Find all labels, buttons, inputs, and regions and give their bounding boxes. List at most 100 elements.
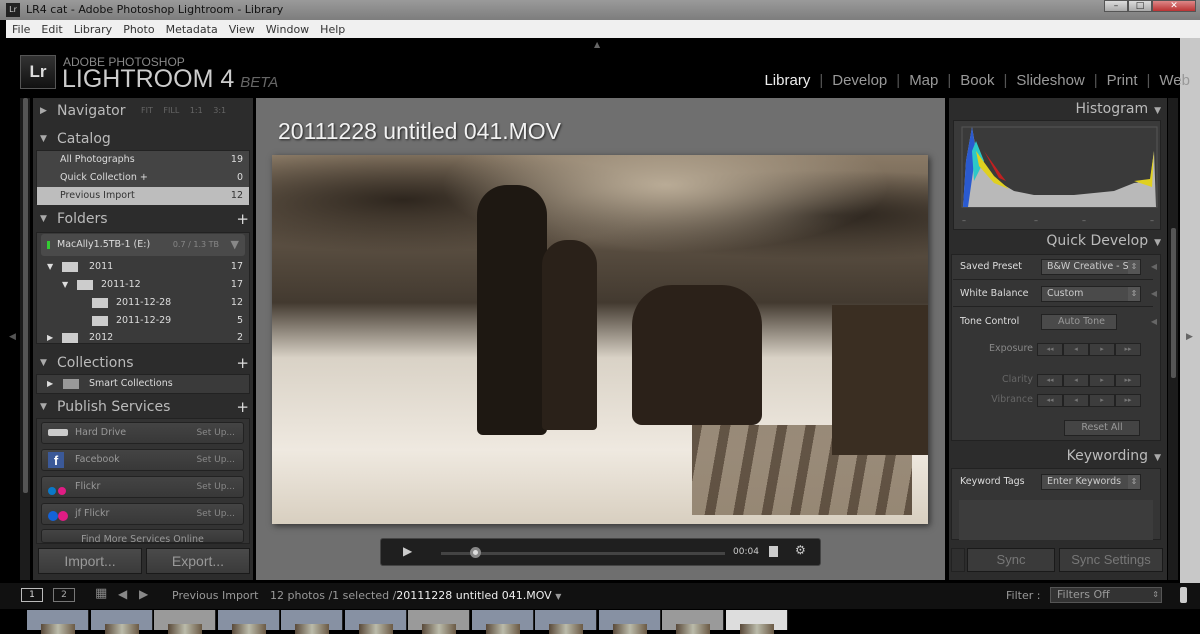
clarity-stepper[interactable]: ◂◂ ◂ ▸ ▸▸ <box>1037 374 1141 387</box>
back-arrow-icon[interactable]: ◀ <box>118 587 127 601</box>
menu-library[interactable]: Library <box>74 23 112 38</box>
expand-right-panel-icon[interactable]: ▶ <box>1186 332 1193 342</box>
menu-help[interactable]: Help <box>320 23 345 38</box>
module-print[interactable]: Print <box>1107 72 1138 89</box>
reset-all-button[interactable]: Reset All <box>1064 420 1140 436</box>
module-slideshow[interactable]: Slideshow <box>1016 72 1084 89</box>
filmstrip-thumbnail[interactable] <box>725 610 788 634</box>
left-scrollbar[interactable] <box>20 98 30 580</box>
filmstrip-thumbnail[interactable] <box>154 610 216 634</box>
right-scrollbar[interactable] <box>1168 98 1178 580</box>
filmstrip-thumbnail[interactable] <box>408 610 470 634</box>
publish-services-header[interactable]: ▼ Publish Services + <box>33 396 253 418</box>
setup-link[interactable]: Set Up... <box>196 504 235 524</box>
filmstrip-thumbnail[interactable] <box>90 610 153 634</box>
hard-drive-icon <box>48 429 68 436</box>
module-map[interactable]: Map <box>909 72 938 89</box>
auto-sync-toggle[interactable] <box>951 548 965 572</box>
primary-window-button[interactable]: 1 <box>21 588 43 602</box>
gear-icon[interactable]: ⚙ <box>795 543 806 557</box>
publish-facebook[interactable]: f Facebook Set Up... <box>41 449 244 471</box>
module-web[interactable]: Web <box>1159 72 1190 89</box>
filter-select[interactable]: Filters Off ⇕ <box>1050 587 1162 603</box>
import-button[interactable]: Import... <box>38 548 142 574</box>
keywording-header[interactable]: Keywording ▼ <box>1067 448 1161 464</box>
minimize-button[interactable]: – <box>1104 0 1128 12</box>
zoom-fit[interactable]: FIT <box>141 106 153 115</box>
filmstrip-summary[interactable]: 12 photos /1 selected /20111228 untitled… <box>270 589 561 602</box>
folders-header[interactable]: ▼ Folders + <box>33 208 253 230</box>
scrubber-handle[interactable] <box>470 547 482 558</box>
folder-2011[interactable]: ▼ 2011 17 <box>37 258 249 276</box>
folder-2011-12-29[interactable]: 2011-12-29 5 <box>37 312 249 330</box>
folder-2012[interactable]: ▶ 2012 2 <box>37 329 249 347</box>
module-book[interactable]: Book <box>960 72 994 89</box>
close-button[interactable]: ✕ <box>1152 0 1196 12</box>
folder-2011-12[interactable]: ▼ 2011-12 17 <box>37 276 249 294</box>
quick-develop-header[interactable]: Quick Develop ▼ <box>1046 233 1161 249</box>
expand-left-panel-icon[interactable]: ◀ <box>9 332 16 342</box>
filmstrip-thumbnail[interactable] <box>281 610 343 634</box>
maximize-button[interactable]: □ <box>1128 0 1152 12</box>
collapse-top-panel-icon[interactable]: ▲ <box>594 40 600 49</box>
frame-icon[interactable] <box>769 546 778 557</box>
histogram-header[interactable]: Histogram ▼ <box>1075 101 1161 117</box>
collections-header[interactable]: ▼ Collections + <box>33 352 253 374</box>
menu-view[interactable]: View <box>229 23 255 38</box>
menu-photo[interactable]: Photo <box>123 23 154 38</box>
saved-preset-select[interactable]: B&W Creative - S... ⇕ <box>1041 259 1141 275</box>
play-button[interactable]: ▶ <box>403 544 412 558</box>
auto-tone-button[interactable]: Auto Tone <box>1041 314 1117 330</box>
setup-link[interactable]: Set Up... <box>196 423 235 443</box>
exposure-stepper[interactable]: ◂◂ ◂ ▸ ▸▸ <box>1037 343 1141 356</box>
filmstrip-thumbnail[interactable] <box>598 610 661 634</box>
video-frame[interactable] <box>272 155 928 524</box>
setup-link[interactable]: Set Up... <box>196 450 235 470</box>
filmstrip-source[interactable]: Previous Import <box>172 589 259 602</box>
secondary-window-button[interactable]: 2 <box>53 588 75 602</box>
filmstrip-thumbnail[interactable] <box>27 610 89 634</box>
vibrance-stepper[interactable]: ◂◂ ◂ ▸ ▸▸ <box>1037 394 1141 407</box>
white-balance-select[interactable]: Custom ⇕ <box>1041 286 1141 302</box>
setup-link[interactable]: Set Up... <box>196 477 235 497</box>
filmstrip-thumbnail[interactable] <box>344 610 407 634</box>
zoom-3-1[interactable]: 3:1 <box>213 106 226 115</box>
filmstrip-thumbnail[interactable] <box>535 610 597 634</box>
zoom-1-1[interactable]: 1:1 <box>190 106 203 115</box>
add-publish-service-icon[interactable]: + <box>236 396 249 418</box>
export-button[interactable]: Export... <box>146 548 250 574</box>
sync-button[interactable]: Sync <box>967 548 1055 572</box>
smart-collections[interactable]: ▶ Smart Collections <box>37 375 249 393</box>
publish-hard-drive[interactable]: Hard Drive Set Up... <box>41 422 244 444</box>
menu-file[interactable]: File <box>12 23 30 38</box>
find-more-services-button[interactable]: Find More Services Online <box>41 529 244 543</box>
zoom-fill[interactable]: FILL <box>163 106 179 115</box>
menu-metadata[interactable]: Metadata <box>166 23 218 38</box>
add-collection-icon[interactable]: + <box>236 352 249 374</box>
filmstrip-thumbnail[interactable] <box>217 610 280 634</box>
add-folder-icon[interactable]: + <box>236 208 249 230</box>
grid-view-icon[interactable]: ▦ <box>95 586 107 601</box>
keywords-textarea[interactable] <box>959 500 1153 540</box>
sync-settings-button[interactable]: Sync Settings <box>1059 548 1163 572</box>
filter-lock-icon[interactable] <box>1180 587 1187 603</box>
filmstrip-thumbnail[interactable] <box>471 610 534 634</box>
catalog-all-photographs[interactable]: All Photographs 19 <box>37 151 249 169</box>
module-library[interactable]: Library <box>764 72 810 89</box>
filmstrip-thumbnail[interactable] <box>662 610 724 634</box>
catalog-previous-import[interactable]: Previous Import 12 <box>37 187 249 205</box>
menu-window[interactable]: Window <box>266 23 309 38</box>
navigator-header[interactable]: ▶ Navigator FIT FILL 1:1 3:1 <box>33 100 253 122</box>
window-title: LR4 cat - Adobe Photoshop Lightroom - Li… <box>26 3 284 16</box>
module-develop[interactable]: Develop <box>832 72 887 89</box>
publish-flickr[interactable]: Flickr Set Up... <box>41 476 244 498</box>
volume-bar[interactable]: MacAlly1.5TB-1 (E:) 0.7 / 1.3 TB ▼ <box>41 234 245 256</box>
catalog-quick-collection[interactable]: Quick Collection +0 <box>37 169 249 187</box>
video-scrubber[interactable] <box>441 552 725 555</box>
forward-arrow-icon[interactable]: ▶ <box>139 587 148 601</box>
keyword-tags-select[interactable]: Enter Keywords ⇕ <box>1041 474 1141 490</box>
catalog-header[interactable]: ▼ Catalog <box>33 128 253 150</box>
folder-2011-12-28[interactable]: 2011-12-28 12 <box>37 294 249 312</box>
menu-edit[interactable]: Edit <box>41 23 62 38</box>
publish-jf-flickr[interactable]: jf Flickr Set Up... <box>41 503 244 525</box>
